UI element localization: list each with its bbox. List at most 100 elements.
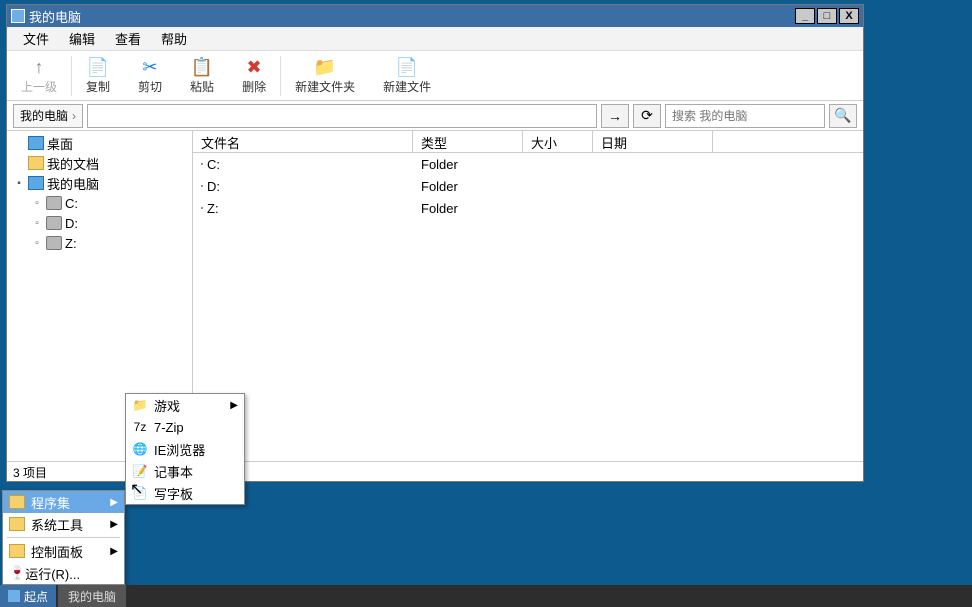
drive-icon (201, 185, 203, 187)
close-button[interactable]: X (839, 8, 859, 24)
start-button[interactable]: 起点 (0, 585, 56, 607)
submenu-item-写字板[interactable]: 📄 写字板 (126, 482, 244, 504)
folder-icon (28, 156, 44, 170)
tree-node-C:[interactable]: ▫ C: (7, 193, 192, 213)
submenu-item-7-Zip[interactable]: 7z 7-Zip (126, 416, 244, 438)
toolbar-icon: 📋 (191, 56, 213, 78)
file-name: C: (207, 157, 220, 172)
start-item-运行(R)...[interactable]: 🍷运行(R)... (3, 562, 124, 584)
menu-label: 写字板 (154, 484, 193, 503)
search-input[interactable] (665, 104, 825, 128)
toolbar-复制[interactable]: 📄复制 (72, 51, 124, 100)
toolbar-label: 粘贴 (190, 78, 214, 95)
app-icon: 📄 (132, 486, 148, 500)
menu-help[interactable]: 帮助 (151, 27, 197, 50)
submenu-item-记事本[interactable]: 📝 记事本 (126, 460, 244, 482)
toolbar-label: 删除 (242, 78, 266, 95)
menu-view[interactable]: 查看 (105, 27, 151, 50)
folder-icon (9, 544, 25, 558)
pc-icon (28, 176, 44, 190)
tree-node-我的文档[interactable]: 我的文档 (7, 153, 192, 173)
submenu-item-游戏[interactable]: 📁游戏▶ (126, 394, 244, 416)
tree-label: C: (65, 196, 78, 211)
toolbar-icon: ✖ (247, 56, 262, 78)
column-header[interactable]: 类型 (413, 131, 523, 152)
titlebar[interactable]: 我的电脑 _ □ X (7, 5, 863, 27)
tree-node-我的电脑[interactable]: ▪我的电脑 (7, 173, 192, 193)
menu-edit[interactable]: 编辑 (59, 27, 105, 50)
toolbar-icon: 📄 (396, 56, 418, 78)
run-icon: 🍷 (9, 565, 25, 581)
window-title: 我的电脑 (29, 7, 793, 26)
toolbar-删除[interactable]: ✖删除 (228, 51, 280, 100)
toolbar-新建文件[interactable]: 📄新建文件 (369, 51, 445, 100)
chevron-right-icon: ▶ (110, 519, 118, 530)
toolbar-icon: 📄 (87, 56, 109, 78)
app-icon: 📝 (132, 464, 148, 478)
file-name: D: (207, 179, 220, 194)
toolbar-icon: 📁 (314, 56, 336, 78)
tree-node-D:[interactable]: ▫ D: (7, 213, 192, 233)
expand-icon[interactable]: ▪ (13, 178, 25, 189)
toolbar: ↑上一级📄复制✂剪切📋粘贴✖删除📁新建文件夹📄新建文件 (7, 51, 863, 101)
menu-label: 系统工具 (31, 515, 83, 534)
tree-node-桌面[interactable]: 桌面 (7, 133, 192, 153)
expand-icon[interactable]: ▫ (31, 218, 43, 229)
column-header[interactable]: 大小 (523, 131, 593, 152)
maximize-button[interactable]: □ (817, 8, 837, 24)
tree-label: Z: (65, 236, 77, 251)
tree-node-Z:[interactable]: ▫ Z: (7, 233, 192, 253)
minimize-button[interactable]: _ (795, 8, 815, 24)
menu-label: 程序集 (31, 493, 70, 512)
programs-submenu: 📁游戏▶ 7z 7-Zip 🌐IE浏览器 📝 记事本 📄 写字板 (125, 393, 245, 505)
start-icon (8, 590, 20, 602)
file-rows: C:Folder D: Folder Z: Folder (193, 153, 863, 461)
menu-file[interactable]: 文件 (13, 27, 59, 50)
menu-label: 控制面板 (31, 542, 83, 561)
expand-icon[interactable]: ▫ (31, 198, 43, 209)
start-item-控制面板[interactable]: 控制面板▶ (3, 540, 124, 562)
submenu-item-IE浏览器[interactable]: 🌐IE浏览器 (126, 438, 244, 460)
app-icon: 7z (132, 420, 148, 434)
file-name: Z: (207, 201, 219, 216)
folder-icon (9, 517, 25, 531)
app-icon: 🌐 (132, 442, 148, 456)
menu-label: 运行(R)... (25, 564, 80, 583)
drive-icon (46, 196, 62, 210)
taskbar: 起点 我的电脑 (0, 585, 972, 607)
column-header[interactable]: 日期 (593, 131, 713, 152)
start-item-系统工具[interactable]: 系统工具 ▶ (3, 513, 124, 535)
chevron-right-icon: › (72, 109, 76, 123)
table-row[interactable]: C:Folder (193, 153, 863, 175)
go-button[interactable]: → (601, 104, 629, 128)
toolbar-label: 新建文件夹 (295, 78, 355, 95)
refresh-button[interactable]: ⟳ (633, 104, 661, 128)
toolbar-粘贴[interactable]: 📋粘贴 (176, 51, 228, 100)
taskbar-item[interactable]: 我的电脑 (58, 585, 126, 607)
toolbar-label: 复制 (86, 78, 110, 95)
column-header[interactable]: 文件名 (193, 131, 413, 152)
toolbar-新建文件夹[interactable]: 📁新建文件夹 (281, 51, 369, 100)
menu-label: 7-Zip (154, 420, 184, 435)
toolbar-label: 新建文件 (383, 78, 431, 95)
menu-label: 记事本 (154, 462, 193, 481)
start-item-程序集[interactable]: 程序集▶ (3, 491, 124, 513)
drive-icon (201, 207, 203, 209)
column-headers: 文件名类型大小日期 (193, 131, 863, 153)
start-label: 起点 (24, 588, 48, 605)
drive-icon (46, 236, 62, 250)
table-row[interactable]: Z: Folder (193, 197, 863, 219)
file-list-panel: 文件名类型大小日期 C:Folder D: Folder Z: Folder (193, 131, 863, 461)
search-button[interactable]: 🔍 (829, 104, 857, 128)
table-row[interactable]: D: Folder (193, 175, 863, 197)
address-input[interactable] (87, 104, 597, 128)
toolbar-label: 上一级 (21, 78, 57, 95)
toolbar-剪切[interactable]: ✂剪切 (124, 51, 176, 100)
breadcrumb[interactable]: 我的电脑 › (13, 104, 83, 128)
expand-icon[interactable]: ▫ (31, 238, 43, 249)
file-type: Folder (413, 179, 523, 194)
chevron-right-icon: ▶ (230, 400, 238, 411)
tree-label: D: (65, 216, 78, 231)
file-type: Folder (413, 201, 523, 216)
tree-label: 我的文档 (47, 154, 99, 173)
